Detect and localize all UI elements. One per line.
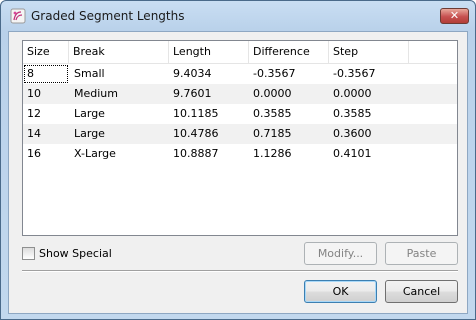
table-row[interactable]: 16 X-Large 10.8887 1.1286 0.4101 (23, 144, 457, 164)
app-icon (10, 8, 26, 24)
cell-size[interactable]: 16 (23, 144, 69, 164)
column-header-break[interactable]: Break (69, 41, 169, 63)
cell-size[interactable]: 14 (23, 124, 69, 144)
cell-step[interactable]: 0.0000 (329, 84, 409, 104)
table-row[interactable]: 14 Large 10.4786 0.7185 0.3600 (23, 124, 457, 144)
table-header: Size Break Length Difference Step (23, 41, 457, 64)
cell-step[interactable]: -0.3567 (329, 64, 409, 84)
column-header-size[interactable]: Size (23, 41, 69, 63)
button-separator (22, 270, 458, 272)
cell-step[interactable]: 0.3585 (329, 104, 409, 124)
column-header-difference[interactable]: Difference (249, 41, 329, 63)
cell-break[interactable]: Medium (69, 84, 169, 104)
cell-difference[interactable]: -0.3567 (249, 64, 329, 84)
close-icon: ✕ (449, 9, 460, 22)
table-row[interactable]: 10 Medium 9.7601 0.0000 0.0000 (23, 84, 457, 104)
cell-length[interactable]: 9.7601 (169, 84, 249, 104)
window-title: Graded Segment Lengths (31, 9, 185, 23)
cell-length[interactable]: 9.4034 (169, 64, 249, 84)
show-special-checkbox[interactable] (22, 247, 35, 260)
cell-step[interactable]: 0.3600 (329, 124, 409, 144)
cell-difference[interactable]: 0.3585 (249, 104, 329, 124)
modify-button[interactable]: Modify... (304, 242, 377, 265)
cell-difference[interactable]: 1.1286 (249, 144, 329, 164)
ok-button[interactable]: OK (304, 280, 377, 303)
close-button[interactable]: ✕ (440, 8, 469, 24)
cell-break[interactable]: Large (69, 104, 169, 124)
column-header-filler (409, 41, 457, 63)
dialog-client-area: Size Break Length Difference Step 8 Smal… (8, 31, 468, 314)
cell-size[interactable]: 12 (23, 104, 69, 124)
dialog-window: Graded Segment Lengths ✕ Size Break Leng… (0, 0, 476, 320)
cell-difference[interactable]: 0.7185 (249, 124, 329, 144)
cell-break[interactable]: X-Large (69, 144, 169, 164)
segment-table[interactable]: Size Break Length Difference Step 8 Smal… (22, 40, 458, 236)
table-row[interactable]: 8 Small 9.4034 -0.3567 -0.3567 (23, 64, 457, 84)
cell-step[interactable]: 0.4101 (329, 144, 409, 164)
show-special-label[interactable]: Show Special (39, 246, 112, 261)
column-header-length[interactable]: Length (169, 41, 249, 63)
cell-size[interactable]: 10 (23, 84, 69, 104)
paste-button[interactable]: Paste (385, 242, 458, 265)
cell-length[interactable]: 10.1185 (169, 104, 249, 124)
cell-break[interactable]: Large (69, 124, 169, 144)
cell-break[interactable]: Small (69, 64, 169, 84)
cell-length[interactable]: 10.4786 (169, 124, 249, 144)
cell-difference[interactable]: 0.0000 (249, 84, 329, 104)
table-row[interactable]: 12 Large 10.1185 0.3585 0.3585 (23, 104, 457, 124)
title-bar[interactable]: Graded Segment Lengths ✕ (1, 1, 475, 31)
cell-size[interactable]: 8 (23, 64, 69, 84)
cell-length[interactable]: 10.8887 (169, 144, 249, 164)
column-header-step[interactable]: Step (329, 41, 409, 63)
cancel-button[interactable]: Cancel (385, 280, 458, 303)
